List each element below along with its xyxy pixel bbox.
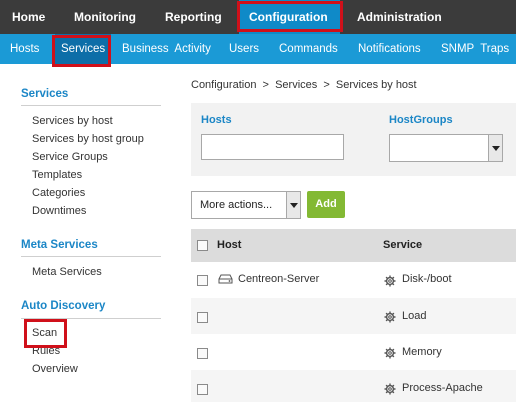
hosts-filter-label: Hosts — [201, 114, 232, 126]
sidebar-item-services-by-host[interactable]: Services by host — [32, 115, 113, 127]
divider — [21, 256, 161, 257]
sidebar-section-auto-discovery: Auto Discovery — [21, 300, 106, 312]
sub-nav-hosts[interactable]: Hosts — [10, 34, 39, 64]
table-row[interactable]: Centreon-Server Disk-/boot — [191, 262, 516, 298]
top-nav-configuration[interactable]: Configuration — [239, 0, 340, 34]
services-table: Host Service Centreon-Server Disk-/boot … — [191, 229, 516, 402]
divider — [21, 318, 161, 319]
sub-nav-commands[interactable]: Commands — [279, 34, 338, 64]
top-nav-administration[interactable]: Administration — [357, 0, 442, 34]
divider — [21, 105, 161, 106]
host-name[interactable]: Centreon-Server — [238, 273, 319, 285]
table-row[interactable]: Process-Apache — [191, 370, 516, 402]
dropdown-button[interactable] — [286, 192, 300, 218]
hosts-filter-input[interactable] — [201, 134, 344, 160]
sub-nav-users[interactable]: Users — [229, 34, 259, 64]
sidebar-item-overview[interactable]: Overview — [32, 363, 78, 375]
sidebar-item-scan[interactable]: Scan — [32, 327, 57, 339]
select-all-checkbox[interactable] — [197, 240, 208, 251]
sidebar-item-services-by-host-group[interactable]: Services by host group — [32, 133, 144, 145]
table-row[interactable]: Load — [191, 298, 516, 334]
chevron-down-icon — [492, 146, 500, 151]
sub-nav-services[interactable]: Services — [55, 34, 112, 64]
sub-nav-notifications[interactable]: Notifications — [358, 34, 421, 64]
filter-panel: Hosts HostGroups — [191, 103, 516, 176]
breadcrumb: Configuration > Services > Services by h… — [191, 79, 417, 91]
sidebar-item-rules[interactable]: Rules — [32, 345, 60, 357]
dropdown-button[interactable] — [488, 135, 502, 161]
service-name[interactable]: Load — [402, 310, 426, 322]
add-button[interactable]: Add — [307, 191, 345, 218]
table-header: Host Service — [191, 229, 516, 262]
row-checkbox[interactable] — [197, 275, 208, 286]
row-checkbox[interactable] — [197, 384, 208, 395]
hostgroups-filter-label: HostGroups — [389, 114, 453, 126]
service-name[interactable]: Disk-/boot — [402, 273, 452, 285]
gear-icon — [384, 383, 396, 395]
table-row[interactable]: Memory — [191, 334, 516, 370]
sub-nav-business-activity[interactable]: Business Activity — [122, 34, 211, 64]
top-nav-reporting[interactable]: Reporting — [165, 0, 222, 34]
top-nav-home[interactable]: Home — [12, 0, 45, 34]
chevron-down-icon — [290, 203, 298, 208]
sidebar-item-meta-services[interactable]: Meta Services — [32, 266, 102, 278]
server-icon — [218, 274, 233, 284]
more-actions-label: More actions... — [200, 199, 273, 211]
sidebar-item-categories[interactable]: Categories — [32, 187, 85, 199]
gear-icon — [384, 311, 396, 323]
column-header-host[interactable]: Host — [217, 229, 241, 262]
sidebar-section-meta-services: Meta Services — [21, 239, 98, 251]
gear-icon — [384, 347, 396, 359]
sidebar-item-downtimes[interactable]: Downtimes — [32, 205, 86, 217]
sub-nav-snmp-traps[interactable]: SNMP Traps — [441, 34, 509, 64]
column-header-service[interactable]: Service — [383, 229, 422, 262]
gear-icon — [384, 275, 396, 287]
hostgroups-filter-select[interactable] — [389, 134, 503, 162]
service-name[interactable]: Memory — [402, 346, 442, 358]
service-name[interactable]: Process-Apache — [402, 382, 483, 394]
sidebar-item-templates[interactable]: Templates — [32, 169, 82, 181]
row-checkbox[interactable] — [197, 312, 208, 323]
more-actions-select[interactable]: More actions... — [191, 191, 301, 219]
sidebar-item-service-groups[interactable]: Service Groups — [32, 151, 108, 163]
top-nav-monitoring[interactable]: Monitoring — [74, 0, 136, 34]
sidebar-section-services: Services — [21, 88, 69, 100]
row-checkbox[interactable] — [197, 348, 208, 359]
